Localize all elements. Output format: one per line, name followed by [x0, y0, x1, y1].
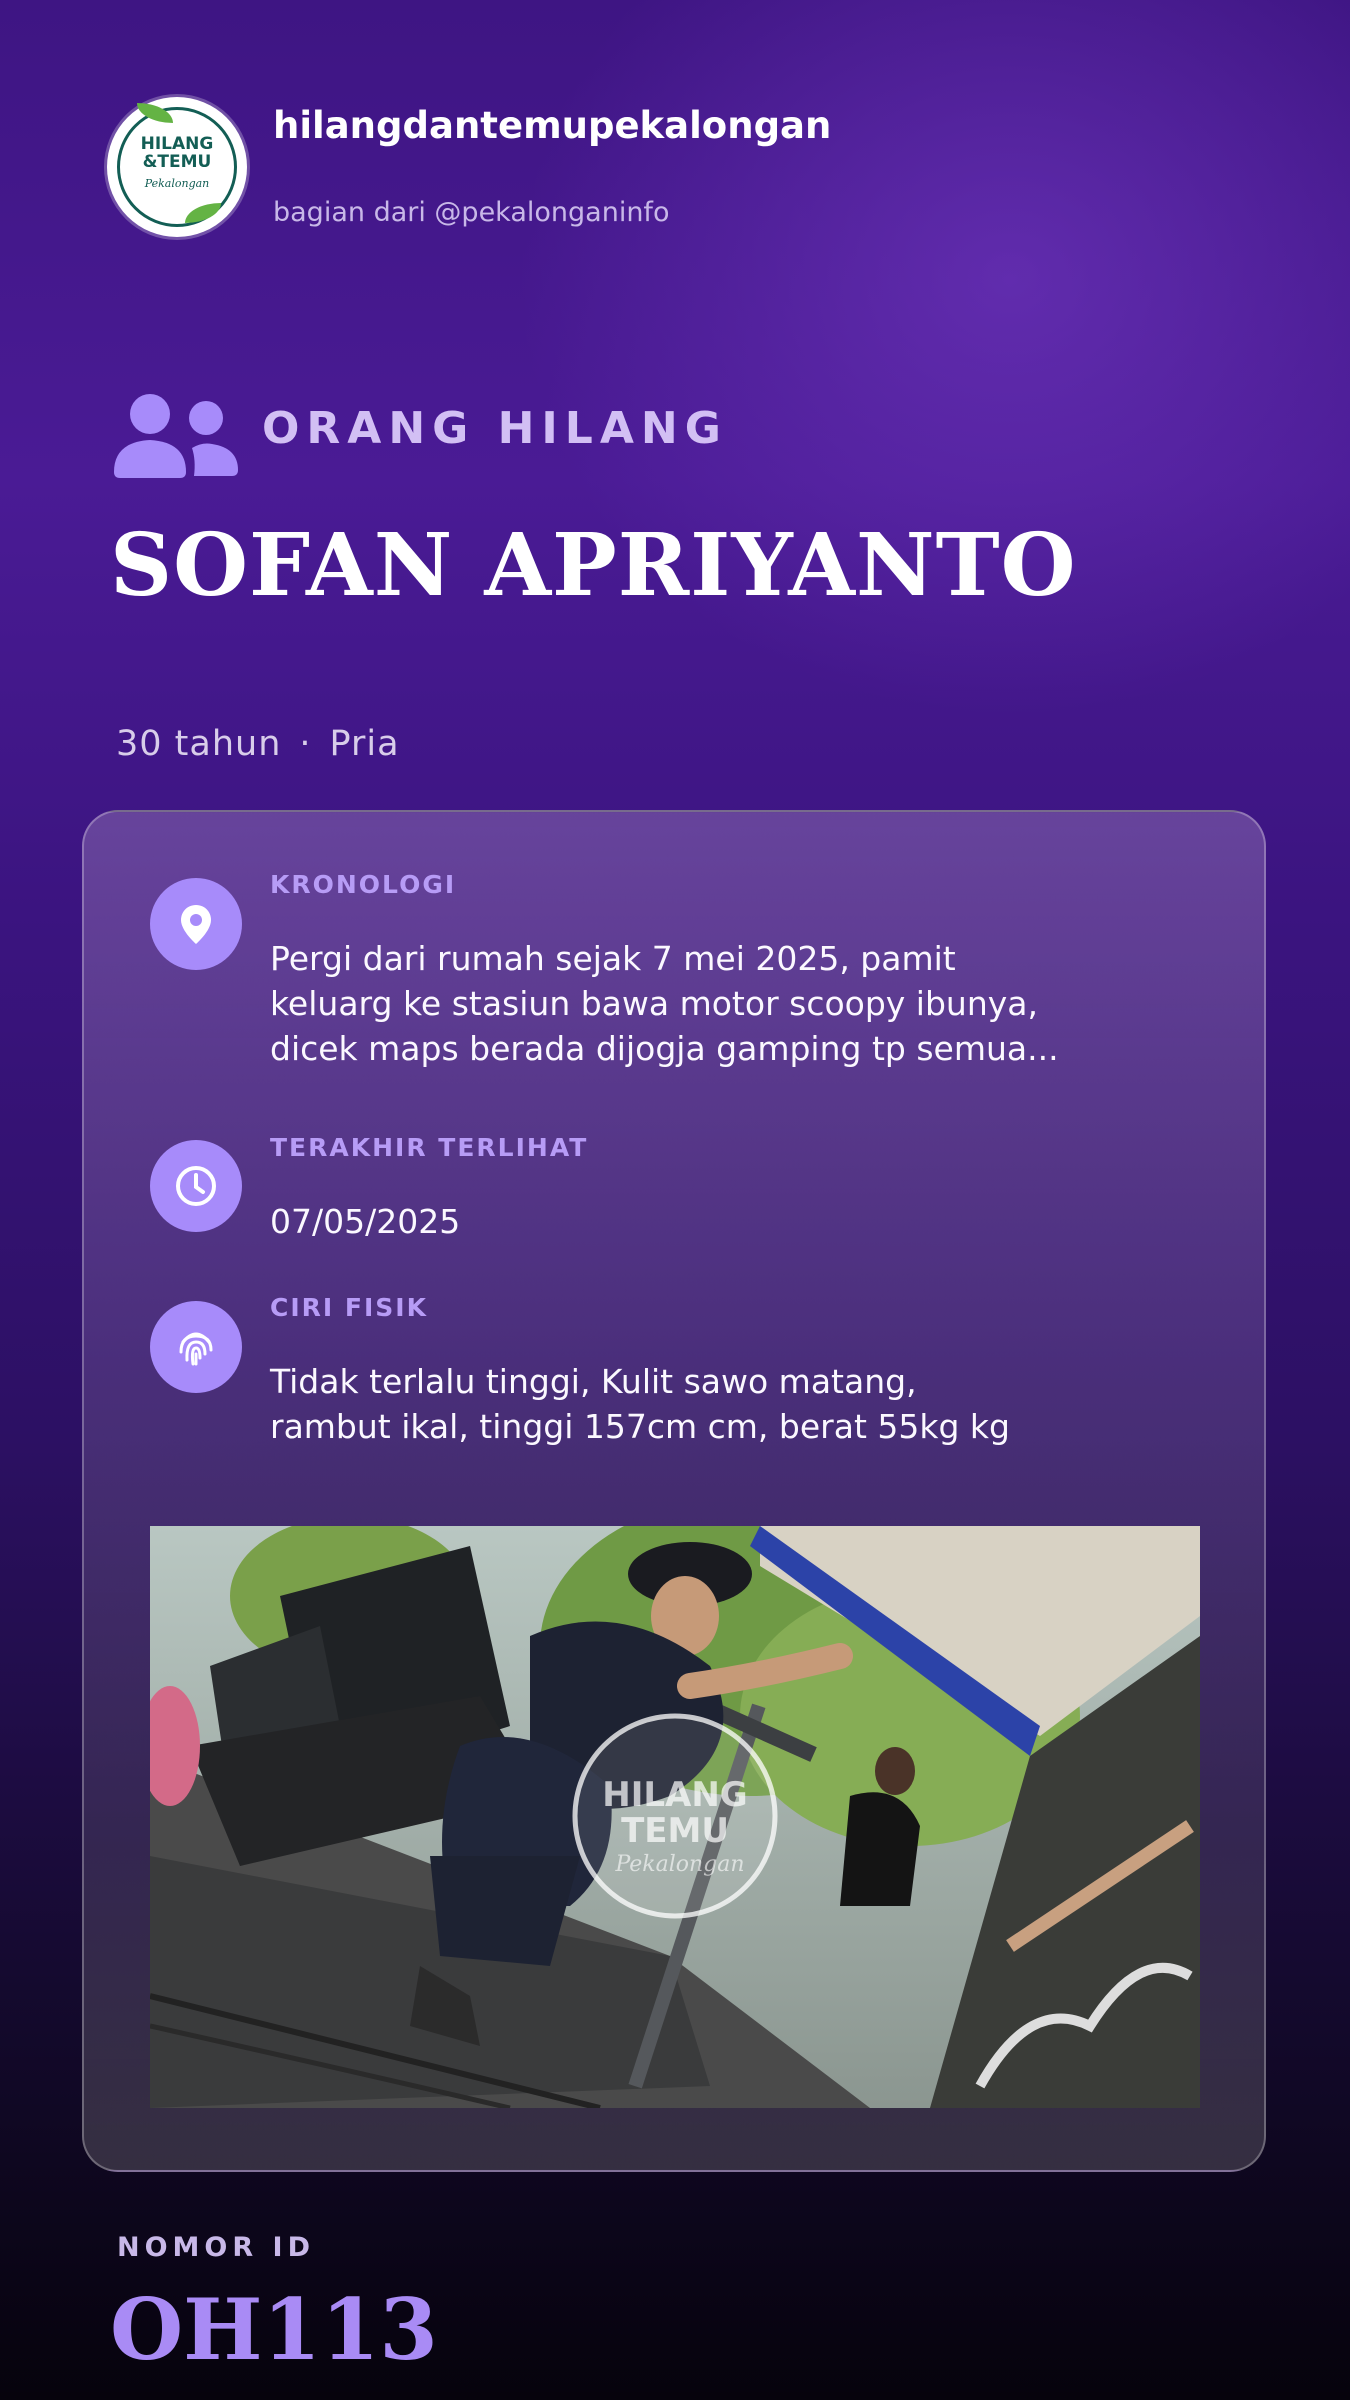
- last-seen-date: 07/05/2025: [270, 1202, 461, 1241]
- logo-subtext: Pekalongan: [144, 177, 210, 190]
- watermark-line2: TEMU: [621, 1811, 729, 1851]
- logo-line1: HILANG: [140, 134, 214, 154]
- physical-traits-text: Tidak terlalu tinggi, Kulit sawo matang,…: [270, 1359, 1010, 1449]
- category-label: ORANG HILANG: [262, 403, 728, 454]
- kronologi-line: Pergi dari rumah sejak 7 mei 2025, pamit: [270, 939, 956, 978]
- account-name[interactable]: hilangdantemupekalongan: [273, 104, 831, 147]
- id-label: NOMOR ID: [117, 2232, 316, 2263]
- kronologi-line: keluarg ke stasiun bawa motor scoopy ibu…: [270, 984, 1038, 1023]
- kronologi-text: Pergi dari rumah sejak 7 mei 2025, pamit…: [270, 936, 1059, 1071]
- photo-scene: HILANG TEMU Pekalongan: [150, 1526, 1200, 2108]
- last-seen-label: TERAKHIR TERLIHAT: [270, 1133, 589, 1162]
- fingerprint-icon: [150, 1301, 242, 1393]
- map-pin-icon: [150, 878, 242, 970]
- clock-icon: [150, 1140, 242, 1232]
- person-photo[interactable]: HILANG TEMU Pekalongan: [150, 1526, 1200, 2108]
- account-tagline: bagian dari @pekalonganinfo: [273, 197, 670, 228]
- users-icon: [114, 394, 238, 478]
- account-avatar[interactable]: HILANG &TEMU Pekalongan: [107, 97, 247, 237]
- kronologi-line: dicek maps berada dijogja gamping tp sem…: [270, 1029, 1059, 1068]
- meta-separator: ·: [299, 724, 312, 764]
- person-age: 30 tahun: [116, 724, 282, 764]
- logo-line2: &TEMU: [142, 152, 212, 172]
- person-meta: 30 tahun · Pria: [116, 724, 400, 764]
- traits-line: Tidak terlalu tinggi, Kulit sawo matang,: [270, 1362, 917, 1401]
- watermark-sub: Pekalongan: [614, 1852, 744, 1877]
- physical-traits-label: CIRI FISIK: [270, 1293, 428, 1322]
- person-name: SOFAN APRIYANTO: [110, 515, 1077, 616]
- id-value: OH113: [110, 2280, 438, 2379]
- person-gender: Pria: [329, 724, 400, 764]
- watermark-line1: HILANG: [602, 1775, 747, 1815]
- traits-line: rambut ikal, tinggi 157cm cm, berat 55kg…: [270, 1407, 1010, 1446]
- logo-text: HILANG &TEMU: [107, 135, 247, 171]
- kronologi-label: KRONOLOGI: [270, 870, 457, 899]
